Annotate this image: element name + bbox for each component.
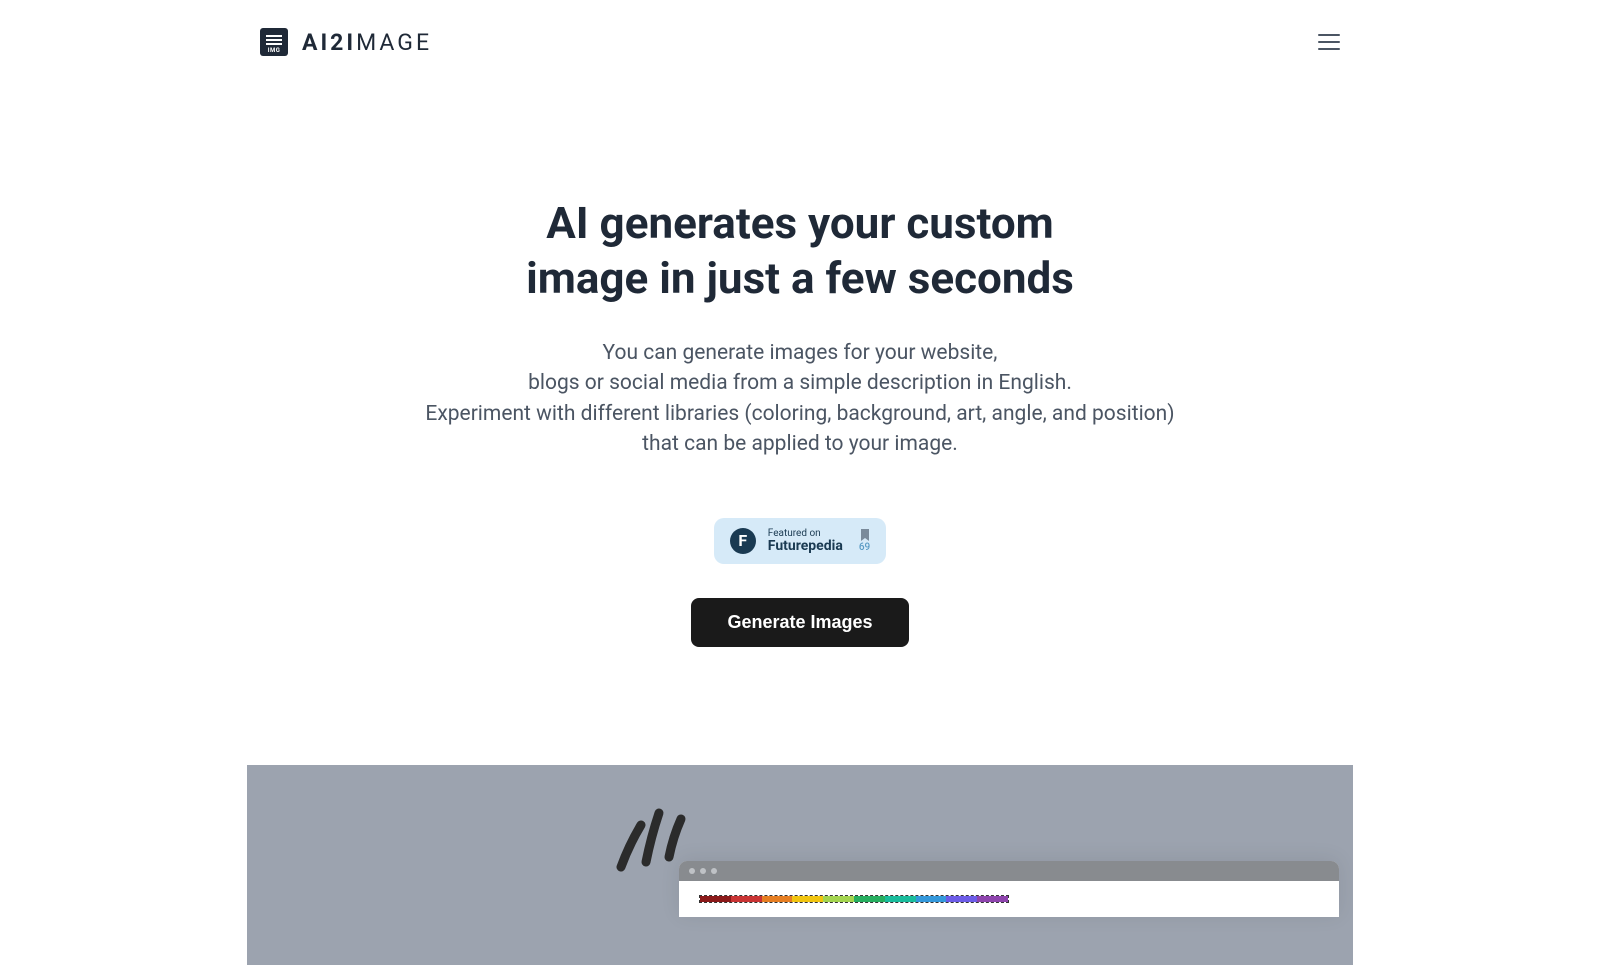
badge-text: Featured on Futurepedia [768,528,843,554]
hero-subtitle-line1: You can generate images for your website… [603,341,998,365]
badge-platform: Futurepedia [768,539,843,554]
preview-section [247,765,1353,965]
browser-mockup [679,861,1339,917]
hero-subtitle: You can generate images for your website… [0,338,1600,460]
hero-title-line2: image in just a few seconds [526,252,1074,304]
brand-name: AI2IMAGE [302,29,432,56]
generate-images-button[interactable]: Generate Images [691,598,908,647]
hamburger-menu-icon[interactable] [1318,34,1340,50]
hero-subtitle-line2: blogs or social media from a simple desc… [528,371,1072,395]
hero-title: AI generates your custom image in just a… [0,196,1600,306]
window-close-icon [689,868,695,874]
badge-count: 69 [859,542,870,553]
hero-subtitle-line3: Experiment with different libraries (col… [425,402,1174,426]
window-maximize-icon [711,868,717,874]
featured-badge[interactable]: F Featured on Futurepedia 69 [714,518,886,564]
hero-title-line1: AI generates your custom [546,197,1054,249]
browser-titlebar [679,861,1339,881]
site-header: IMG AI2IMAGE [0,0,1600,84]
bookmark-icon [860,529,870,541]
brand-logo[interactable]: IMG AI2IMAGE [260,28,432,56]
window-minimize-icon [700,868,706,874]
logo-mark-icon: IMG [260,28,288,56]
browser-body [679,881,1339,917]
futurepedia-logo-icon: F [730,528,756,554]
hero-section: AI generates your custom image in just a… [0,84,1600,647]
hero-subtitle-line4: that can be applied to your image. [642,432,958,456]
badge-stats: 69 [859,529,870,553]
color-palette-preview [699,895,1009,903]
